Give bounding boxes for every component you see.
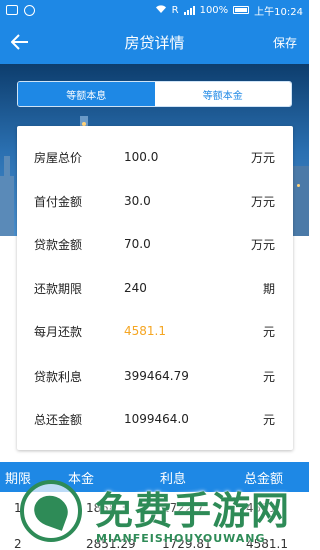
detail-label: 贷款利息 [34, 369, 83, 384]
detail-unit: 期 [262, 281, 275, 296]
detail-value: 100.0 [124, 150, 159, 164]
detail-unit: 万元 [250, 150, 275, 165]
column-header-total: 总金额 [244, 471, 284, 487]
status-indicators: R 100% 上午10:24 [155, 3, 303, 18]
detail-unit: 万元 [250, 237, 275, 252]
roaming-indicator: R [171, 4, 179, 16]
detail-label: 贷款金额 [34, 237, 83, 252]
detail-label: 还款期限 [34, 281, 83, 296]
status-bar: R 100% 上午10:24 [0, 0, 309, 20]
detail-label: 房屋总价 [34, 150, 83, 165]
image-notification-icon [6, 5, 18, 15]
app-bar: 房贷详情 保存 [0, 20, 309, 64]
detail-value: 30.0 [124, 194, 151, 208]
detail-row-interest: 贷款利息 399464.79 元 [17, 366, 293, 386]
detail-row-total: 总还金额 1099464.0 元 [17, 409, 293, 429]
detail-label: 总还金额 [34, 412, 83, 427]
schedule-table-header: 期限 本金 利息 总金额 [0, 462, 309, 492]
detail-row-loan-amount: 贷款金额 70.0 万元 [17, 234, 293, 254]
clock: 上午10:24 [254, 6, 303, 18]
detail-row-house-price: 房屋总价 100.0 万元 [17, 147, 293, 167]
battery-percent: 100% [199, 4, 229, 16]
detail-label: 首付金额 [34, 194, 83, 209]
column-header-principal: 本金 [68, 471, 95, 487]
table-row: 2 2851.29 1729.81 4581.1 [0, 537, 309, 550]
app-notification-icon [24, 4, 35, 16]
detail-unit: 万元 [250, 194, 275, 209]
detail-value: 70.0 [124, 237, 151, 251]
battery-icon [233, 6, 250, 14]
detail-row-term: 还款期限 240 期 [17, 278, 293, 298]
cell-principal: 2851.29 [86, 537, 136, 550]
cell-interest: 1729.81 [162, 537, 212, 550]
loan-details-card: 房屋总价 100.0 万元 首付金额 30.0 万元 贷款金额 70.0 万元 … [17, 126, 293, 450]
signal-icon [183, 5, 195, 15]
cell-total: 4581.1 [246, 537, 288, 550]
tab-equal-principal[interactable]: 等额本金 [154, 82, 291, 106]
column-header-interest: 利息 [160, 471, 187, 487]
save-button[interactable]: 保存 [273, 34, 309, 51]
detail-unit: 元 [262, 324, 275, 339]
repayment-method-tabs: 等额本息 等额本金 [17, 81, 292, 107]
detail-value: 1099464.0 [124, 412, 189, 426]
status-notifications [6, 4, 35, 16]
detail-row-down-payment: 首付金额 30.0 万元 [17, 191, 293, 211]
page-title: 房贷详情 [124, 33, 185, 52]
detail-unit: 元 [262, 369, 275, 384]
detail-row-monthly-payment: 每月还款 4581.1 元 [17, 321, 293, 341]
detail-value: 240 [124, 281, 147, 295]
cell-principal: 1858.3 [86, 501, 128, 515]
detail-value: 399464.79 [124, 369, 189, 383]
cell-period: 2 [14, 537, 22, 550]
back-arrow-icon[interactable] [0, 20, 40, 64]
tab-equal-installment[interactable]: 等额本息 [18, 82, 155, 106]
cell-total: 4581 [246, 501, 277, 515]
table-row: 1 1858.3 2722.7 4581 [0, 501, 309, 523]
detail-label: 每月还款 [34, 324, 83, 339]
detail-unit: 元 [262, 412, 275, 427]
detail-value: 4581.1 [124, 324, 166, 338]
cell-period: 1 [14, 501, 22, 515]
column-header-period: 期限 [5, 471, 32, 487]
cell-interest: 2722.7 [162, 501, 204, 515]
wifi-icon [155, 4, 167, 17]
